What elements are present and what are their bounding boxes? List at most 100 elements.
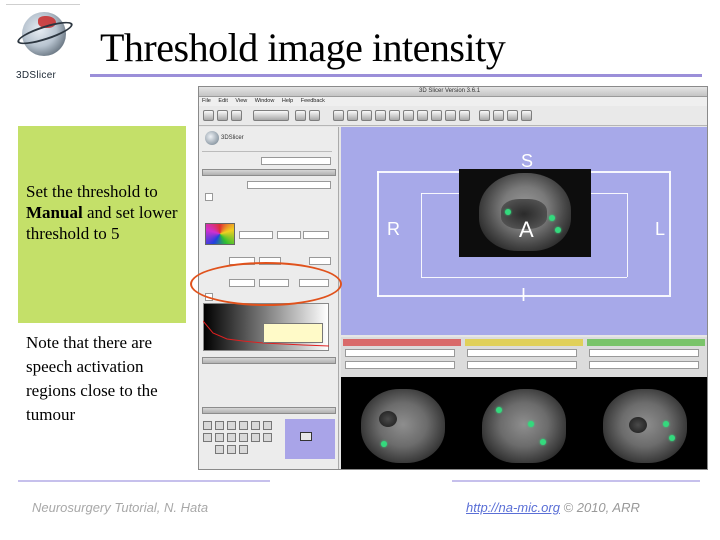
- toolbar-button[interactable]: [389, 110, 400, 121]
- slice-views: [341, 377, 707, 469]
- toolbar-button[interactable]: [231, 110, 242, 121]
- activation-spot: [528, 421, 534, 427]
- toolbar-button[interactable]: [431, 110, 442, 121]
- menu-file[interactable]: File: [202, 98, 211, 104]
- yellow-slice-offset[interactable]: [467, 361, 577, 369]
- activation-spot: [496, 407, 502, 413]
- menu-feedback[interactable]: Feedback: [301, 98, 325, 104]
- tool-button[interactable]: [215, 421, 224, 430]
- toolbar-button[interactable]: [507, 110, 518, 121]
- menu-view[interactable]: View: [235, 98, 247, 104]
- red-slice-offset[interactable]: [345, 361, 455, 369]
- tool-button[interactable]: [215, 445, 224, 454]
- bounding-box-edge: [421, 193, 422, 277]
- manipulate-slice-views-header[interactable]: [202, 357, 336, 364]
- green-slice-offset[interactable]: [589, 361, 699, 369]
- preview-button[interactable]: [300, 432, 312, 441]
- bounding-box-edge: [669, 171, 671, 297]
- window-title: 3D Slicer Version 3.6.1: [419, 88, 481, 94]
- threshold-highlight-ellipse: [190, 262, 342, 306]
- logo-rule: [6, 4, 80, 5]
- activation-spot: [663, 421, 669, 427]
- display-section-header[interactable]: [202, 169, 336, 176]
- toolbar-button[interactable]: [493, 110, 504, 121]
- sagittal-view[interactable]: [466, 381, 582, 467]
- lookup-table-select[interactable]: [247, 181, 331, 189]
- toolbar-button[interactable]: [403, 110, 414, 121]
- ct-bone-button[interactable]: [277, 231, 301, 239]
- label-left: L: [655, 219, 666, 239]
- activation-spot: [669, 435, 675, 441]
- tool-button[interactable]: [239, 421, 248, 430]
- manipulate-3d-view-header[interactable]: [202, 407, 336, 414]
- module-selector[interactable]: [253, 110, 289, 121]
- toolbar-button[interactable]: [479, 110, 490, 121]
- toolbar-button[interactable]: [217, 110, 228, 121]
- tool-button[interactable]: [251, 421, 260, 430]
- toolbar-button[interactable]: [459, 110, 470, 121]
- toolbar-button[interactable]: [521, 110, 532, 121]
- toolbar-button[interactable]: [309, 110, 320, 121]
- tool-button[interactable]: [215, 433, 224, 442]
- note-1-prefix: Set the threshold to: [26, 182, 158, 201]
- green-slice-bar[interactable]: [587, 339, 705, 346]
- toolbar-button[interactable]: [375, 110, 386, 121]
- tool-button[interactable]: [239, 445, 248, 454]
- sagittal-brain-image: [482, 389, 566, 463]
- toolbar-button[interactable]: [347, 110, 358, 121]
- tool-button[interactable]: [227, 421, 236, 430]
- level-value-field[interactable]: [309, 257, 331, 265]
- toolbar-button[interactable]: [361, 110, 372, 121]
- slice-controls: [341, 337, 707, 377]
- tumour-region: [379, 411, 397, 427]
- menu-help[interactable]: Help: [282, 98, 293, 104]
- footer-link[interactable]: http://na-mic.org: [466, 500, 560, 515]
- toolbar-button[interactable]: [417, 110, 428, 121]
- tool-button[interactable]: [239, 433, 248, 442]
- panel-logo-text: 3DSlicer: [221, 135, 244, 141]
- axial-view[interactable]: [345, 381, 461, 467]
- label-anterior: A: [519, 217, 534, 242]
- yellow-slice-bar[interactable]: [465, 339, 583, 346]
- bounding-box-edge: [377, 171, 379, 297]
- tool-button[interactable]: [263, 433, 272, 442]
- toolbar-button[interactable]: [295, 110, 306, 121]
- tool-button[interactable]: [263, 421, 272, 430]
- histogram-tooltip: [263, 323, 323, 343]
- red-slice-bar[interactable]: [343, 339, 461, 346]
- title-rule: [90, 74, 702, 77]
- color-palette-icon: [205, 223, 235, 245]
- label-superior: S: [521, 151, 534, 171]
- green-slice-layers[interactable]: [589, 349, 699, 357]
- label-right: R: [387, 219, 400, 239]
- footer-copyright-text: © 2010, ARR: [559, 500, 640, 515]
- toolbar-button[interactable]: [333, 110, 344, 121]
- yellow-slice-layers[interactable]: [467, 349, 577, 357]
- toolbar: [199, 106, 707, 126]
- tool-button[interactable]: [227, 433, 236, 442]
- 3d-view[interactable]: S R A L I: [341, 127, 707, 335]
- activation-spot: [540, 439, 546, 445]
- tool-button[interactable]: [251, 433, 260, 442]
- slide-title: Threshold image intensity: [100, 25, 506, 70]
- red-slice-layers[interactable]: [345, 349, 455, 357]
- tool-button[interactable]: [227, 445, 236, 454]
- menu-bar: File Edit View Window Help Feedback: [199, 97, 707, 106]
- footer-author: Neurosurgery Tutorial, N. Hata: [32, 500, 209, 515]
- coronal-view[interactable]: [587, 381, 703, 467]
- menu-edit[interactable]: Edit: [218, 98, 227, 104]
- toolbar-button[interactable]: [445, 110, 456, 121]
- toolbar-button[interactable]: [203, 110, 214, 121]
- axial-brain-image: [361, 389, 445, 463]
- menu-window[interactable]: Window: [255, 98, 275, 104]
- tool-button[interactable]: [203, 421, 212, 430]
- interpolate-checkbox[interactable]: [205, 193, 213, 201]
- tool-button[interactable]: [203, 433, 212, 442]
- note-threshold: Set the threshold to Manual and set lowe…: [26, 181, 191, 244]
- slicer-logo-icon: [205, 131, 219, 145]
- bounding-box-edge: [421, 277, 627, 278]
- ct-air-button[interactable]: [303, 231, 329, 239]
- slicer-logo: 3DSlicer: [8, 6, 78, 82]
- active-volume-select[interactable]: [261, 157, 331, 165]
- window-level-select[interactable]: [239, 231, 273, 239]
